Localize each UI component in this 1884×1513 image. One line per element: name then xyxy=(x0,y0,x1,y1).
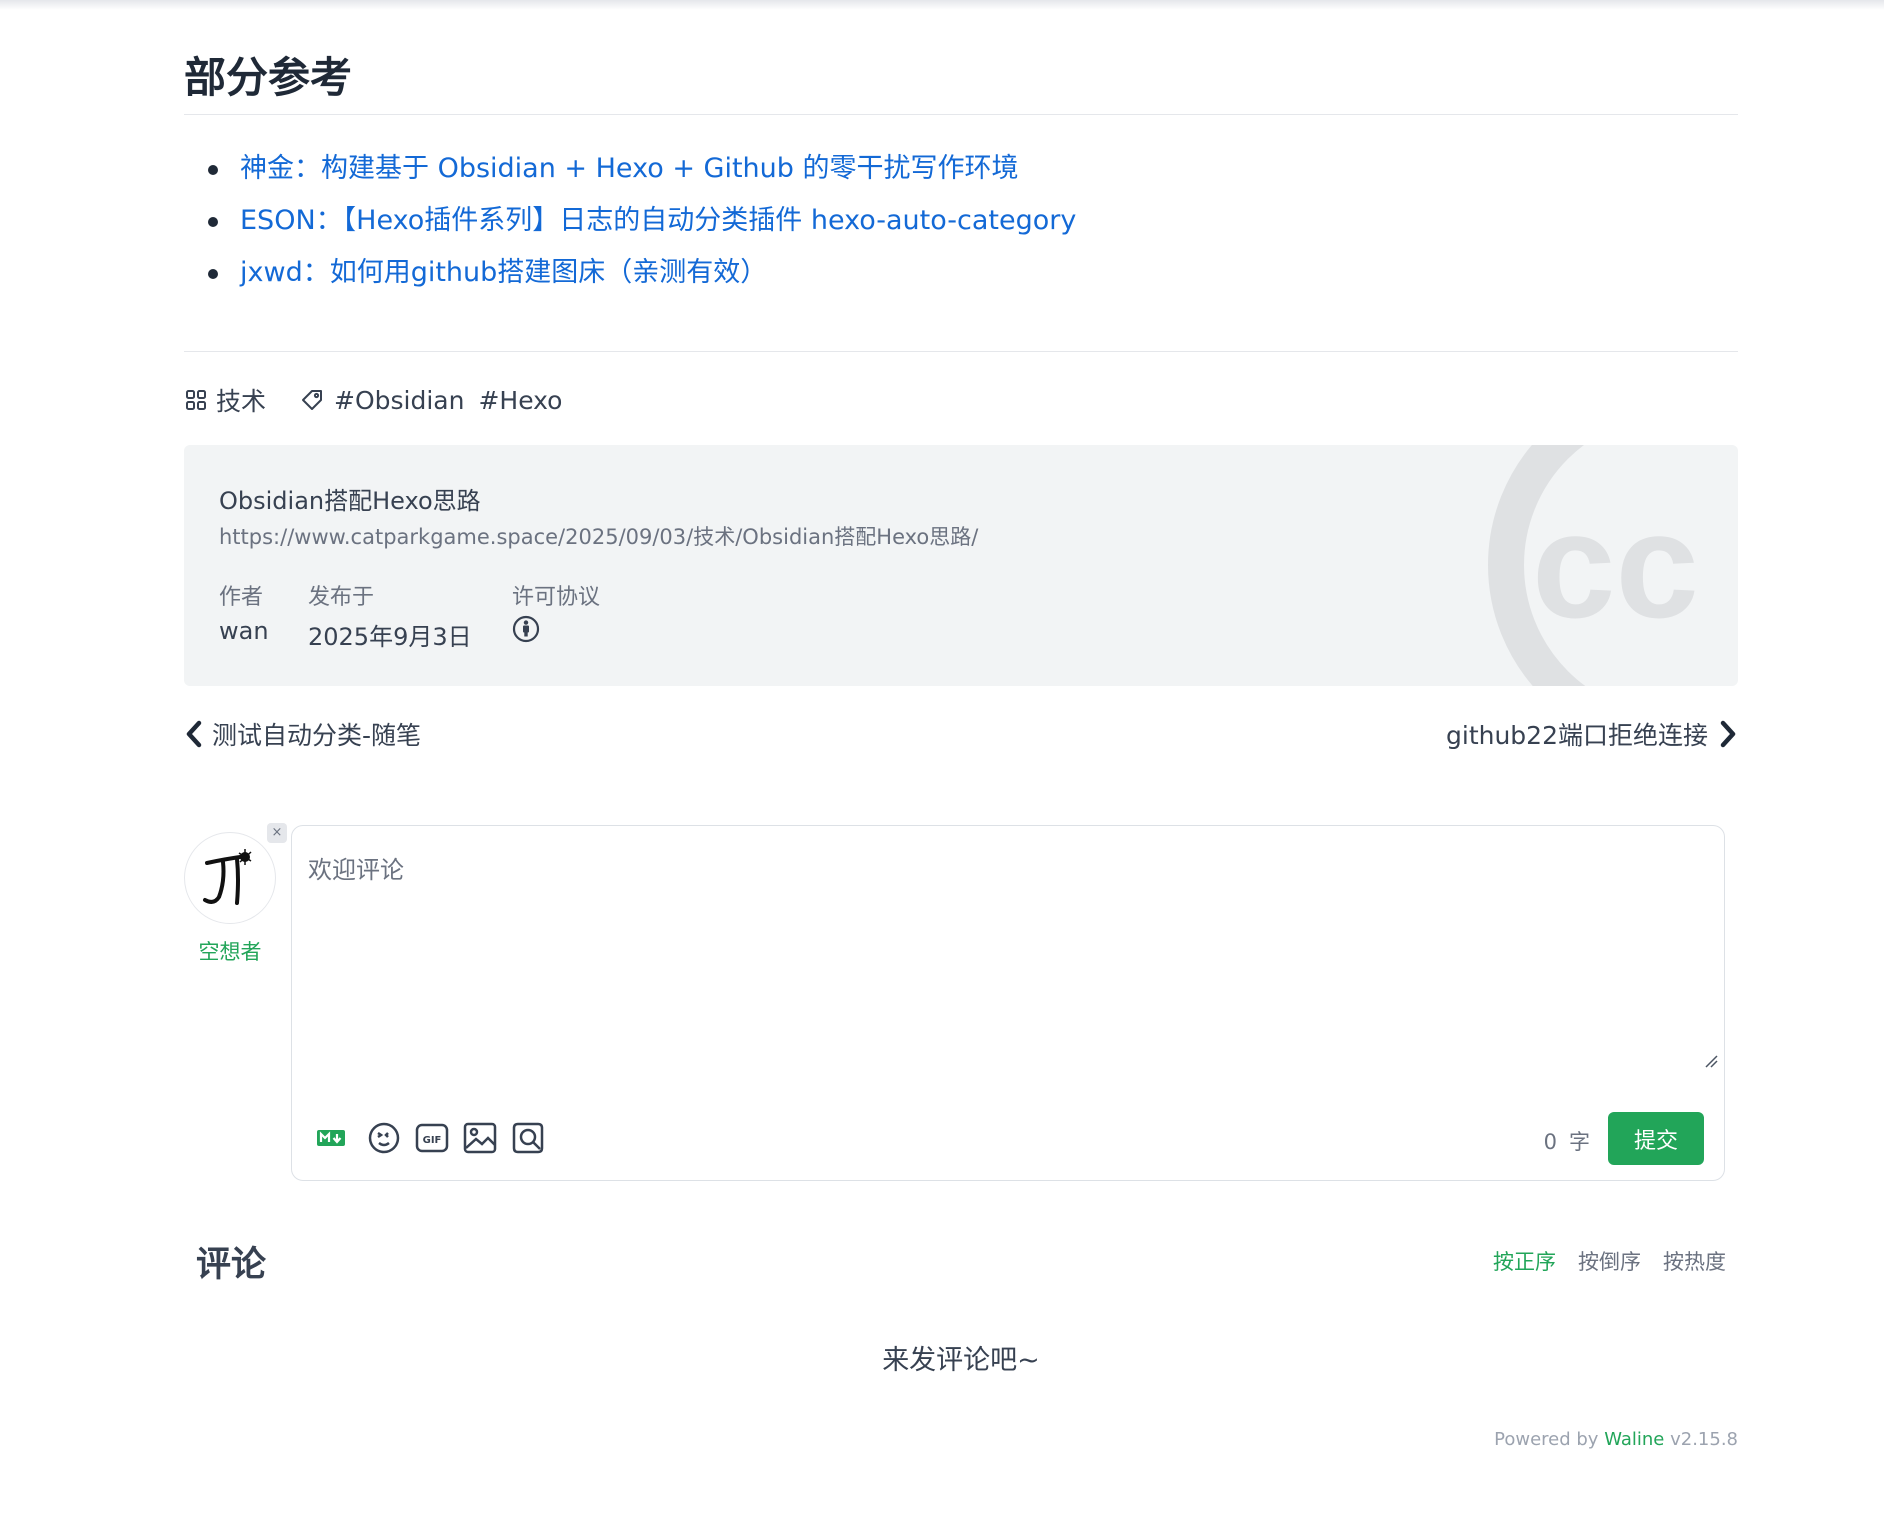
waline-link[interactable]: Waline xyxy=(1604,1429,1664,1450)
comment-textarea[interactable] xyxy=(306,848,1710,1072)
powered-by: Powered by Waline v2.15.8 xyxy=(1494,1429,1738,1450)
gif-icon: GIF xyxy=(415,1123,449,1153)
heading-divider xyxy=(184,114,1738,115)
tag-icon xyxy=(302,390,323,410)
svg-text:GIF: GIF xyxy=(423,1135,442,1146)
editor-toolbar: GIF xyxy=(316,1120,558,1156)
license-post-title: Obsidian搭配Hexo思路 xyxy=(219,487,481,515)
word-count: 0字 xyxy=(1544,1126,1590,1156)
category-label: 技术 xyxy=(216,387,267,416)
list-item: 神金：构建基于 Obsidian + Hexo + Github 的零干扰写作环… xyxy=(208,146,1076,198)
tag-link[interactable]: #Hexo xyxy=(478,386,562,415)
comments-title: 评论 xyxy=(196,1245,267,1285)
emoji-icon xyxy=(368,1122,400,1154)
gif-button[interactable]: GIF xyxy=(414,1120,450,1156)
prev-post-title: 测试自动分类-随笔 xyxy=(212,721,422,750)
logout-close-button[interactable]: × xyxy=(267,823,287,843)
image-upload-button[interactable] xyxy=(462,1120,498,1156)
content-divider xyxy=(184,351,1738,352)
post-meta: 技术 #Obsidian #Hexo xyxy=(184,382,576,418)
chevron-right-icon xyxy=(1720,720,1736,748)
license-type: 许可协议 xyxy=(512,579,600,649)
emoji-button[interactable] xyxy=(366,1120,402,1156)
list-item: jxwd：如何用github搭建图床（亲测有效） xyxy=(208,250,1076,302)
comment-user: × 空想者 xyxy=(184,823,287,966)
license-label: 许可协议 xyxy=(512,585,601,610)
markdown-button[interactable] xyxy=(316,1128,346,1148)
license-post-url[interactable]: https://www.catparkgame.space/2025/09/03… xyxy=(219,521,978,551)
waline-version: v2.15.8 xyxy=(1670,1429,1738,1450)
powered-by-text: Powered by xyxy=(1494,1429,1599,1450)
top-shadow xyxy=(0,0,1884,10)
next-post-title: github22端口拒绝连接 xyxy=(1446,721,1708,750)
sort-descending[interactable]: 按倒序 xyxy=(1578,1246,1641,1276)
license-date: 发布于 2025年9月3日 xyxy=(308,579,472,652)
calligraphy-avatar-icon xyxy=(203,849,252,905)
empty-comments-text: 来发评论吧~ xyxy=(882,1345,1040,1376)
reference-link[interactable]: ESON：【Hexo插件系列】日志的自动分类插件 hexo-auto-categ… xyxy=(240,205,1076,236)
category-grid-icon xyxy=(186,390,206,410)
author-value: wan xyxy=(219,617,269,645)
reference-link[interactable]: 神金：构建基于 Obsidian + Hexo + Github 的零干扰写作环… xyxy=(240,153,1018,184)
word-count-value: 0 xyxy=(1543,1130,1557,1154)
preview-button[interactable] xyxy=(510,1120,546,1156)
reference-list: 神金：构建基于 Obsidian + Hexo + Github 的零干扰写作环… xyxy=(208,146,1076,302)
word-count-unit: 字 xyxy=(1569,1130,1590,1154)
image-icon xyxy=(463,1122,497,1154)
creative-commons-watermark-icon: cc xyxy=(1488,445,1699,686)
date-label: 发布于 xyxy=(308,585,375,610)
bullet xyxy=(208,165,218,175)
markdown-icon xyxy=(317,1130,345,1146)
svg-text:cc: cc xyxy=(1532,481,1699,649)
list-item: ESON：【Hexo插件系列】日志的自动分类插件 hexo-auto-categ… xyxy=(208,198,1076,250)
post-navigation: 测试自动分类-随笔 github22端口拒绝连接 xyxy=(184,716,1738,756)
nickname[interactable]: 空想者 xyxy=(184,936,276,966)
preview-icon xyxy=(512,1122,544,1154)
bullet xyxy=(208,217,218,227)
author-label: 作者 xyxy=(219,585,264,610)
sort-hottest[interactable]: 按热度 xyxy=(1663,1246,1726,1276)
license-author: 作者 wan xyxy=(219,579,269,645)
chevron-left-icon xyxy=(186,720,202,748)
tag-link[interactable]: #Obsidian xyxy=(334,386,464,415)
resize-handle-icon[interactable] xyxy=(1704,1054,1718,1068)
prev-post-link[interactable]: 测试自动分类-随笔 xyxy=(184,716,421,752)
comment-editor: GIF 0字 提交 xyxy=(291,825,1725,1181)
submit-button[interactable]: 提交 xyxy=(1608,1112,1704,1165)
next-post-link[interactable]: github22端口拒绝连接 xyxy=(1446,716,1738,752)
bullet xyxy=(208,269,218,279)
sort-ascending[interactable]: 按正序 xyxy=(1493,1246,1556,1276)
section-heading: 部分参考 xyxy=(184,53,353,102)
sort-options: 按正序 按倒序 按热度 xyxy=(1471,1246,1726,1276)
license-card: cc Obsidian搭配Hexo思路 https://www.catparkg… xyxy=(184,445,1738,686)
category-link[interactable]: 技术 xyxy=(184,382,266,418)
avatar[interactable]: × xyxy=(184,823,287,924)
cc-by-icon[interactable] xyxy=(512,615,540,643)
date-value: 2025年9月3日 xyxy=(308,623,472,651)
reference-link[interactable]: jxwd：如何用github搭建图床（亲测有效） xyxy=(240,257,767,288)
